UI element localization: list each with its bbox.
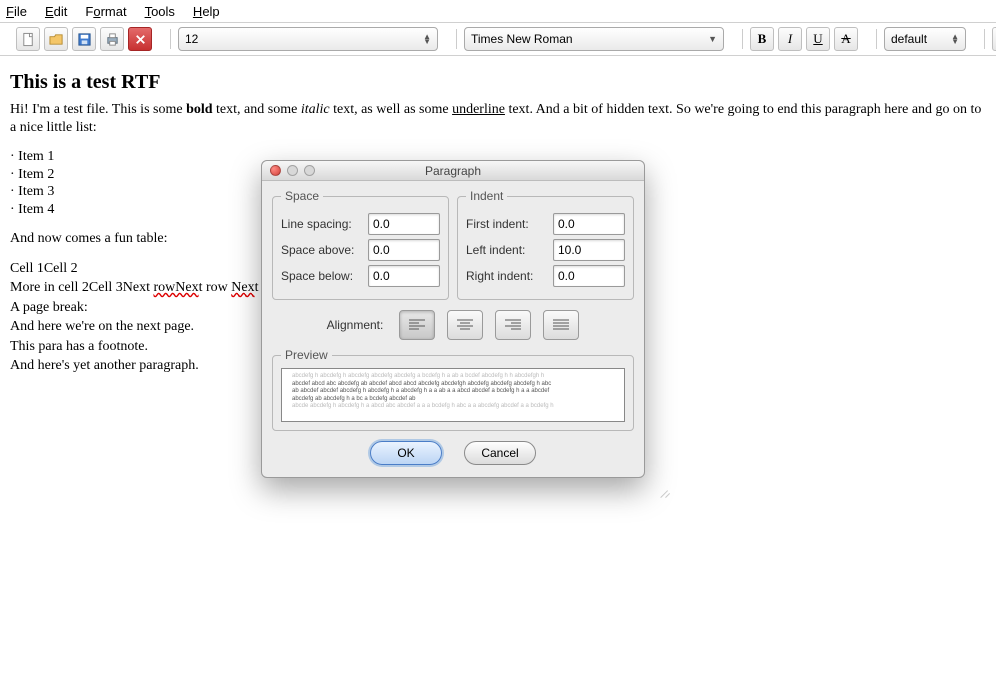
preview-box: abcdefg h abcdefg h abcdefg abcdefg abcd… bbox=[281, 368, 625, 422]
font-size-value: 12 bbox=[185, 32, 198, 46]
left-indent-label: Left indent: bbox=[466, 243, 525, 257]
first-indent-input[interactable] bbox=[553, 213, 625, 235]
strikethrough-button[interactable]: A bbox=[834, 27, 858, 51]
preview-legend: Preview bbox=[281, 348, 332, 362]
dialog-title: Paragraph bbox=[262, 164, 644, 178]
save-file-button[interactable] bbox=[72, 27, 96, 51]
line-spacing-input[interactable] bbox=[368, 213, 440, 235]
indent-legend: Indent bbox=[466, 189, 507, 203]
window-zoom-icon bbox=[304, 165, 315, 176]
menu-help[interactable]: Help bbox=[193, 4, 220, 19]
close-document-button[interactable] bbox=[128, 27, 152, 51]
paragraph: Hi! I'm a test file. This is some bold t… bbox=[10, 101, 986, 136]
paragraph-dialog: Paragraph Space Line spacing: Space abov… bbox=[261, 160, 645, 478]
space-above-input[interactable] bbox=[368, 239, 440, 261]
alignment-label: Alignment: bbox=[327, 318, 384, 332]
cancel-button[interactable]: Cancel bbox=[464, 441, 536, 465]
align-center-button[interactable] bbox=[447, 310, 483, 340]
print-button[interactable] bbox=[100, 27, 124, 51]
space-above-label: Space above: bbox=[281, 243, 354, 257]
bold-button[interactable]: B bbox=[750, 27, 774, 51]
stepper-icon: ▲▼ bbox=[951, 34, 959, 44]
indent-group: Indent First indent: Left indent: Right … bbox=[457, 189, 634, 300]
spellcheck-button[interactable]: abc bbox=[992, 27, 996, 51]
underline-button[interactable]: U bbox=[806, 27, 830, 51]
italic-button[interactable]: I bbox=[778, 27, 802, 51]
menu-edit[interactable]: Edit bbox=[45, 4, 67, 19]
space-group: Space Line spacing: Space above: Space b… bbox=[272, 189, 449, 300]
stepper-icon: ▲▼ bbox=[423, 34, 431, 44]
resize-grip-icon[interactable] bbox=[660, 484, 672, 496]
menu-format[interactable]: Format bbox=[85, 4, 126, 19]
right-indent-input[interactable] bbox=[553, 265, 625, 287]
menu-file[interactable]: File bbox=[6, 4, 27, 19]
paragraph-style-value: default bbox=[891, 32, 927, 46]
window-close-icon[interactable] bbox=[270, 165, 281, 176]
new-file-button[interactable] bbox=[16, 27, 40, 51]
window-minimize-icon bbox=[287, 165, 298, 176]
paragraph-style-select[interactable]: default ▲▼ bbox=[884, 27, 966, 51]
dialog-titlebar[interactable]: Paragraph bbox=[262, 161, 644, 181]
ok-button[interactable]: OK bbox=[370, 441, 442, 465]
space-below-input[interactable] bbox=[368, 265, 440, 287]
open-file-button[interactable] bbox=[44, 27, 68, 51]
left-indent-input[interactable] bbox=[553, 239, 625, 261]
menu-tools[interactable]: Tools bbox=[145, 4, 175, 19]
space-below-label: Space below: bbox=[281, 269, 353, 283]
align-left-button[interactable] bbox=[399, 310, 435, 340]
right-indent-label: Right indent: bbox=[466, 269, 533, 283]
chevron-down-icon: ▼ bbox=[708, 34, 717, 44]
align-justify-button[interactable] bbox=[543, 310, 579, 340]
toolbar: 12 ▲▼ Times New Roman ▼ B I U A default … bbox=[0, 22, 996, 56]
first-indent-label: First indent: bbox=[466, 217, 529, 231]
line-spacing-label: Line spacing: bbox=[281, 217, 352, 231]
font-family-value: Times New Roman bbox=[471, 32, 573, 46]
document-title: This is a test RTF bbox=[10, 70, 986, 95]
font-size-select[interactable]: 12 ▲▼ bbox=[178, 27, 438, 51]
font-family-select[interactable]: Times New Roman ▼ bbox=[464, 27, 724, 51]
align-right-button[interactable] bbox=[495, 310, 531, 340]
preview-group: Preview abcdefg h abcdefg h abcdefg abcd… bbox=[272, 348, 634, 431]
menu-bar: File Edit Format Tools Help bbox=[0, 0, 996, 22]
space-legend: Space bbox=[281, 189, 323, 203]
